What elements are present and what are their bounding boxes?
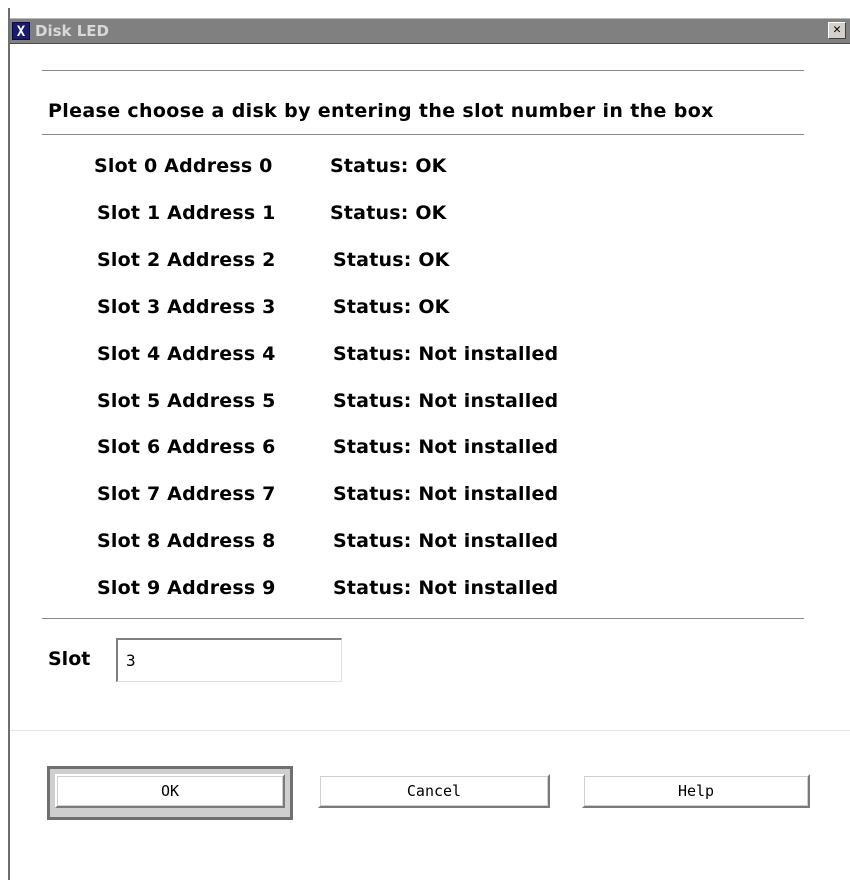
slot-status: Status: OK: [330, 202, 447, 224]
slot-row: Slot 5 Address 5 Status: Not installed: [10, 387, 830, 415]
slot-status: Status: Not installed: [333, 577, 559, 599]
close-icon[interactable]: ✕: [828, 22, 846, 39]
slot-label: Slot 7 Address 7: [97, 483, 276, 505]
slot-row: Slot 3 Address 3 Status: OK: [10, 293, 830, 321]
x-app-icon[interactable]: X: [12, 22, 30, 40]
instruction-separator: [42, 134, 804, 136]
slot-input[interactable]: [116, 638, 342, 682]
top-separator: [42, 70, 804, 72]
slot-label: Slot 6 Address 6: [97, 436, 276, 458]
slot-label: Slot 8 Address 8: [97, 530, 276, 552]
slot-field-label: Slot: [48, 648, 91, 670]
slot-row: Slot 2 Address 2 Status: OK: [10, 246, 830, 274]
cancel-button[interactable]: Cancel: [318, 774, 550, 808]
slot-status: Status: OK: [330, 155, 447, 177]
slot-status: Status: Not installed: [333, 436, 559, 458]
slot-status: Status: Not installed: [333, 343, 559, 365]
title-bar[interactable]: X Disk LED ✕: [10, 18, 850, 44]
slot-row: Slot 8 Address 8 Status: Not installed: [10, 527, 830, 555]
slot-row: Slot 9 Address 9 Status: Not installed: [10, 574, 830, 602]
disk-led-dialog: X Disk LED ✕ Please choose a disk by ent…: [8, 8, 850, 880]
slot-row: Slot 7 Address 7 Status: Not installed: [10, 480, 830, 508]
slot-label: Slot 3 Address 3: [97, 296, 276, 318]
slot-row: Slot 1 Address 1 Status: OK: [10, 199, 830, 227]
slot-label: Slot 1 Address 1: [97, 202, 276, 224]
slot-row: Slot 0 Address 0 Status: OK: [10, 152, 830, 180]
window-title: Disk LED: [35, 22, 109, 40]
slot-status: Status: Not installed: [333, 390, 559, 412]
slot-row: Slot 6 Address 6 Status: Not installed: [10, 433, 830, 461]
slot-row: Slot 4 Address 4 Status: Not installed: [10, 340, 830, 368]
slot-label: Slot 4 Address 4: [97, 343, 276, 365]
slot-label: Slot 2 Address 2: [97, 249, 276, 271]
slot-status: Status: OK: [333, 296, 450, 318]
help-button[interactable]: Help: [582, 774, 810, 808]
slot-status: Status: Not installed: [333, 483, 559, 505]
slot-label: Slot 9 Address 9: [97, 577, 276, 599]
list-separator: [42, 618, 804, 620]
ok-button[interactable]: OK: [55, 774, 285, 808]
instruction-text: Please choose a disk by entering the slo…: [48, 100, 714, 122]
slot-label: Slot 0 Address 0: [94, 155, 273, 177]
slot-label: Slot 5 Address 5: [97, 390, 276, 412]
slot-status: Status: Not installed: [333, 530, 559, 552]
slot-status: Status: OK: [333, 249, 450, 271]
